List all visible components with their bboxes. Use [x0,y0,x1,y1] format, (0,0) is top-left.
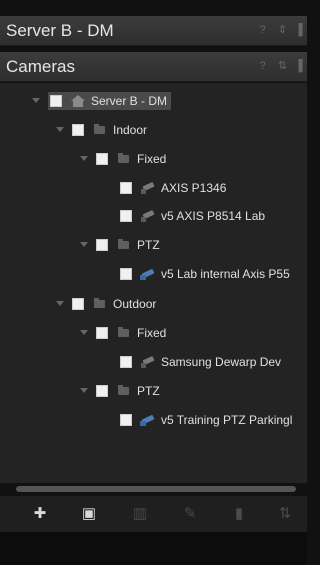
node-checkbox[interactable] [120,356,132,368]
folder-icon [116,238,132,252]
camera-tree: Server B - DM Indoor Fixed AXIS P1346 v5… [0,83,307,483]
horizontal-scrollbar[interactable] [16,486,296,492]
pin-icon[interactable]: ▌ [296,24,309,37]
folder-icon [116,152,132,166]
pin-icon[interactable]: ▌ [296,60,309,73]
tree-node-outdoor[interactable]: Outdoor [54,291,156,317]
help-icon[interactable]: ? [256,60,269,73]
folder-icon [92,297,108,311]
node-checkbox[interactable] [96,153,108,165]
panel-title: Server B - DM [6,21,114,40]
node-label: Outdoor [113,297,157,311]
node-label: Samsung Dewarp Dev [161,355,282,369]
node-label: v5 AXIS P8514 Lab [161,209,266,223]
node-label: Fixed [137,326,167,340]
tree-node-camera[interactable]: v5 Lab internal Axis P55 [120,261,290,287]
ptz-camera-icon [140,413,156,427]
node-checkbox[interactable] [50,95,62,107]
tree-node-server[interactable]: Server B - DM [30,88,172,114]
pencil-icon[interactable]: ✎ [180,504,200,524]
node-checkbox[interactable] [96,327,108,339]
tree-node-camera[interactable]: v5 Training PTZ Parkingl [120,407,292,433]
cameras-title: Cameras [6,57,75,76]
tree-node-outdoor-fixed[interactable]: Fixed [78,320,166,346]
folder-icon [92,123,108,137]
trash-icon[interactable]: ▮ [229,504,249,524]
node-checkbox[interactable] [120,414,132,426]
help-icon[interactable]: ? [256,24,269,37]
node-label: Fixed [137,152,167,166]
node-label: PTZ [137,384,160,398]
tree-node-outdoor-ptz[interactable]: PTZ [78,378,160,404]
tree-node-indoor-fixed[interactable]: Fixed [78,146,166,172]
camera-icon [140,355,156,369]
collapse-arrow-icon[interactable] [78,153,90,165]
tree-toolbar: ✚ ▣ ▥ ✎ ▮ ⇅ [0,496,307,532]
node-checkbox[interactable] [72,124,84,136]
ptz-camera-icon [140,267,156,281]
node-checkbox[interactable] [120,268,132,280]
node-label: v5 Lab internal Axis P55 [161,267,290,281]
camera-icon [140,181,156,195]
home-server-icon [70,94,86,108]
folder-icon [116,384,132,398]
collapse-arrow-icon[interactable] [30,95,42,107]
folder-icon [116,326,132,340]
node-checkbox[interactable] [120,182,132,194]
server-selection[interactable]: Server B - DM [48,92,172,110]
sort-arrows-icon[interactable]: ⇕ [276,24,289,37]
tree-node-camera[interactable]: AXIS P1346 [120,175,226,201]
collapse-arrow-icon[interactable] [78,385,90,397]
collapse-arrow-icon[interactable] [54,124,66,136]
panel-header: Server B - DM ? ⇕ ▌ [0,16,307,46]
node-label: PTZ [137,238,160,252]
tree-node-indoor[interactable]: Indoor [54,117,147,143]
folder-plus-icon[interactable]: ▣ [79,504,99,524]
node-checkbox[interactable] [120,210,132,222]
sort-az-icon[interactable]: ⇅ [275,504,295,524]
node-checkbox[interactable] [72,298,84,310]
node-label: Server B - DM [91,94,168,108]
camera-icon [140,209,156,223]
node-label: v5 Training PTZ Parkingl [161,413,293,427]
node-checkbox[interactable] [96,239,108,251]
node-checkbox[interactable] [96,385,108,397]
copy-icon[interactable]: ▥ [130,504,150,524]
tree-node-camera[interactable]: Samsung Dewarp Dev [120,349,281,375]
collapse-arrow-icon[interactable] [78,327,90,339]
node-label: Indoor [113,123,148,137]
cameras-header: Cameras ? ⇅ ▌ [0,52,307,82]
node-label: AXIS P1346 [161,181,227,195]
collapse-icon[interactable]: ⇅ [276,60,289,73]
footer-bar [0,532,307,565]
collapse-arrow-icon[interactable] [54,298,66,310]
collapse-arrow-icon[interactable] [78,239,90,251]
tree-node-camera[interactable]: v5 AXIS P8514 Lab [120,203,265,229]
tree-node-indoor-ptz[interactable]: PTZ [78,232,160,258]
plus-camera-icon[interactable]: ✚ [30,504,50,524]
